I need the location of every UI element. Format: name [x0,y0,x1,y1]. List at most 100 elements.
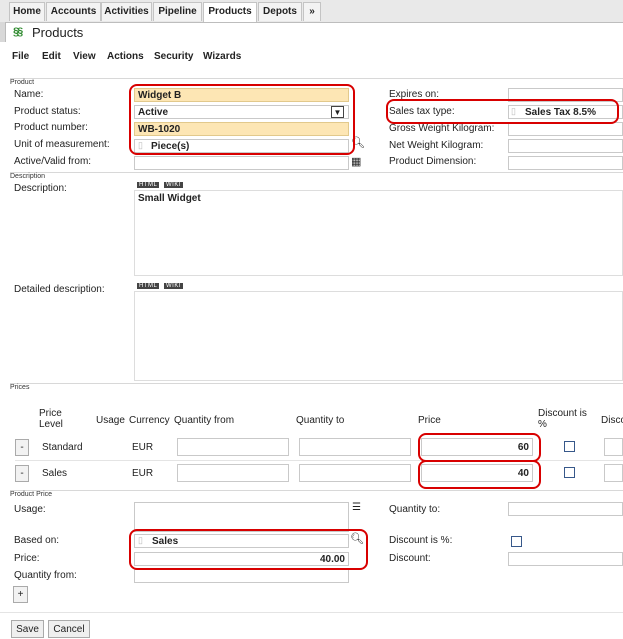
quantity-from-input[interactable] [177,438,289,456]
quantity-to-label: Quantity to: [389,504,441,515]
col-usage: Usage [96,415,125,426]
page-title: Products [32,25,84,40]
discount-input[interactable] [604,438,623,456]
name-input[interactable]: Widget B [134,88,349,102]
discount-pct-checkbox[interactable] [564,441,575,452]
section-description: Description [10,172,623,180]
based-on-label: Based on: [14,535,60,546]
tab-home[interactable]: Home [9,2,45,21]
price-label: Price: [14,553,40,564]
tab-products[interactable]: Products [203,2,257,22]
cancel-button[interactable]: Cancel [48,620,90,638]
expires-label: Expires on: [389,89,440,100]
save-button[interactable]: Save [11,620,44,638]
lookup-doc-icon: ▯ [138,140,143,150]
footer-divider [0,612,623,613]
uom-label: Unit of measurement: [14,139,110,150]
list-icon[interactable]: ☰ [352,502,361,513]
quantity-to-input[interactable] [299,464,411,482]
tab-accounts[interactable]: Accounts [46,2,101,21]
uom-input[interactable]: Piece(s) [134,139,349,153]
detailed-description-label: Detailed description: [14,284,105,295]
section-prices: Prices [10,383,623,391]
description-label: Description: [14,183,67,194]
lookup-doc-icon: ▯ [138,535,143,545]
expires-input[interactable] [508,88,623,102]
menu-view[interactable]: View [73,51,96,62]
col-discount: Disco [601,415,623,426]
menu-file[interactable]: File [12,51,29,62]
description-textarea[interactable]: Small Widget [134,190,623,276]
price-level-value: Standard [42,442,83,453]
menu-bar: File Edit View Actions Security Wizards [0,46,623,68]
dimension-label: Product Dimension: [389,156,477,167]
active-from-input[interactable] [134,156,349,170]
html-toggle[interactable]: HTML [137,283,160,289]
menu-edit[interactable]: Edit [42,51,61,62]
search-icon[interactable]: 🔍︎ [350,532,364,545]
active-label: Active/Valid from: [14,156,92,167]
price-field[interactable]: 40.00 [134,552,349,566]
html-toggle[interactable]: HTML [137,182,160,188]
product-number-input[interactable]: WB-1020 [134,122,349,136]
quantity-to-input[interactable] [299,438,411,456]
price-input[interactable]: 40 [421,464,533,482]
price-input[interactable]: 60 [421,438,533,456]
chevron-down-icon[interactable]: ▼ [331,106,344,118]
col-currency: Currency [129,415,170,426]
wiki-toggle[interactable]: WIKI [164,283,183,289]
col-price: Price [418,415,441,426]
row-divider [15,460,623,461]
name-label: Name: [14,89,44,100]
calendar-icon[interactable]: ▦ [351,155,361,168]
status-label: Product status: [14,106,81,117]
tax-input[interactable]: Sales Tax 8.5% [508,105,623,119]
discount-pct-checkbox[interactable] [564,467,575,478]
number-label: Product number: [14,122,88,133]
discount-pct-label: Discount is %: [389,535,453,546]
quantity-from-field[interactable] [134,569,349,583]
currency-value: EUR [132,442,154,453]
price-level-value: Sales [42,468,68,479]
status-select[interactable]: Active [134,105,349,119]
discount-field[interactable] [508,552,623,566]
gross-weight-label: Gross Weight Kilogram: [389,123,495,134]
remove-row-button[interactable]: - [15,439,29,456]
tab-depots[interactable]: Depots [258,2,302,21]
menu-actions[interactable]: Actions [107,51,144,62]
discount-input[interactable] [604,464,623,482]
quantity-from-input[interactable] [177,464,289,482]
col-discount-pct: Discount is % [538,408,587,430]
remove-row-button[interactable]: - [15,465,29,482]
products-icon: §§ [13,26,23,38]
gross-weight-input[interactable] [508,122,623,136]
add-row-button[interactable]: + [13,586,28,603]
usage-label: Usage: [14,504,46,515]
lookup-doc-icon: ▯ [511,106,516,116]
section-product: Product [10,78,623,86]
net-weight-label: Net Weight Kilogram: [389,140,484,151]
col-price-level: Price Level [39,408,63,430]
tab-activities[interactable]: Activities [101,2,152,21]
tab-more[interactable]: » [303,2,321,21]
status-value: Active [138,107,169,118]
search-icon[interactable]: 🔍︎ [351,136,365,149]
section-product-price: Product Price [10,490,623,498]
net-weight-input[interactable] [508,139,623,153]
usage-input[interactable] [134,502,349,532]
sidebar-toggle-handle[interactable] [0,22,6,42]
col-quantity-to: Quantity to [296,415,345,426]
discount-pct-checkbox[interactable] [511,536,522,547]
quantity-from-label: Quantity from: [14,570,77,581]
dimension-input[interactable] [508,156,623,170]
tax-label: Sales tax type: [389,106,455,117]
menu-wizards[interactable]: Wizards [203,51,241,62]
menu-security[interactable]: Security [154,51,193,62]
currency-value: EUR [132,468,154,479]
quantity-to-field[interactable] [508,502,623,516]
detailed-description-textarea[interactable] [134,291,623,381]
discount-label: Discount: [389,553,431,564]
wiki-toggle[interactable]: WIKI [164,182,183,188]
tab-pipeline[interactable]: Pipeline [153,2,202,21]
based-on-input[interactable]: Sales [134,534,349,548]
